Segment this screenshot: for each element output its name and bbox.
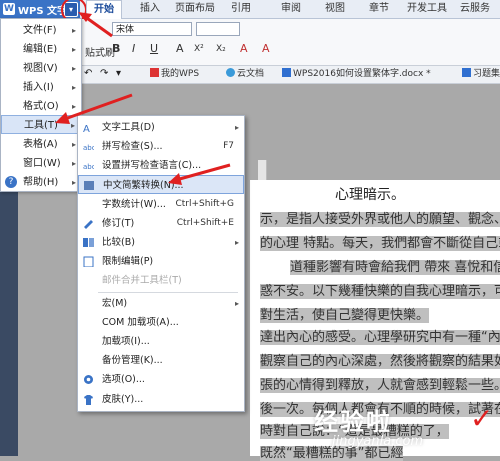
- annotation-arrows: [55, 12, 231, 185]
- annotation-arrowhead: [55, 112, 70, 124]
- annotation-arrowhead: [168, 173, 182, 185]
- watermark: 经验啦 jingyanla.com ✓: [314, 402, 494, 449]
- annotation-arrow: [175, 163, 231, 182]
- annotation-arrow: [61, 93, 133, 122]
- check-icon: ✓: [470, 402, 494, 435]
